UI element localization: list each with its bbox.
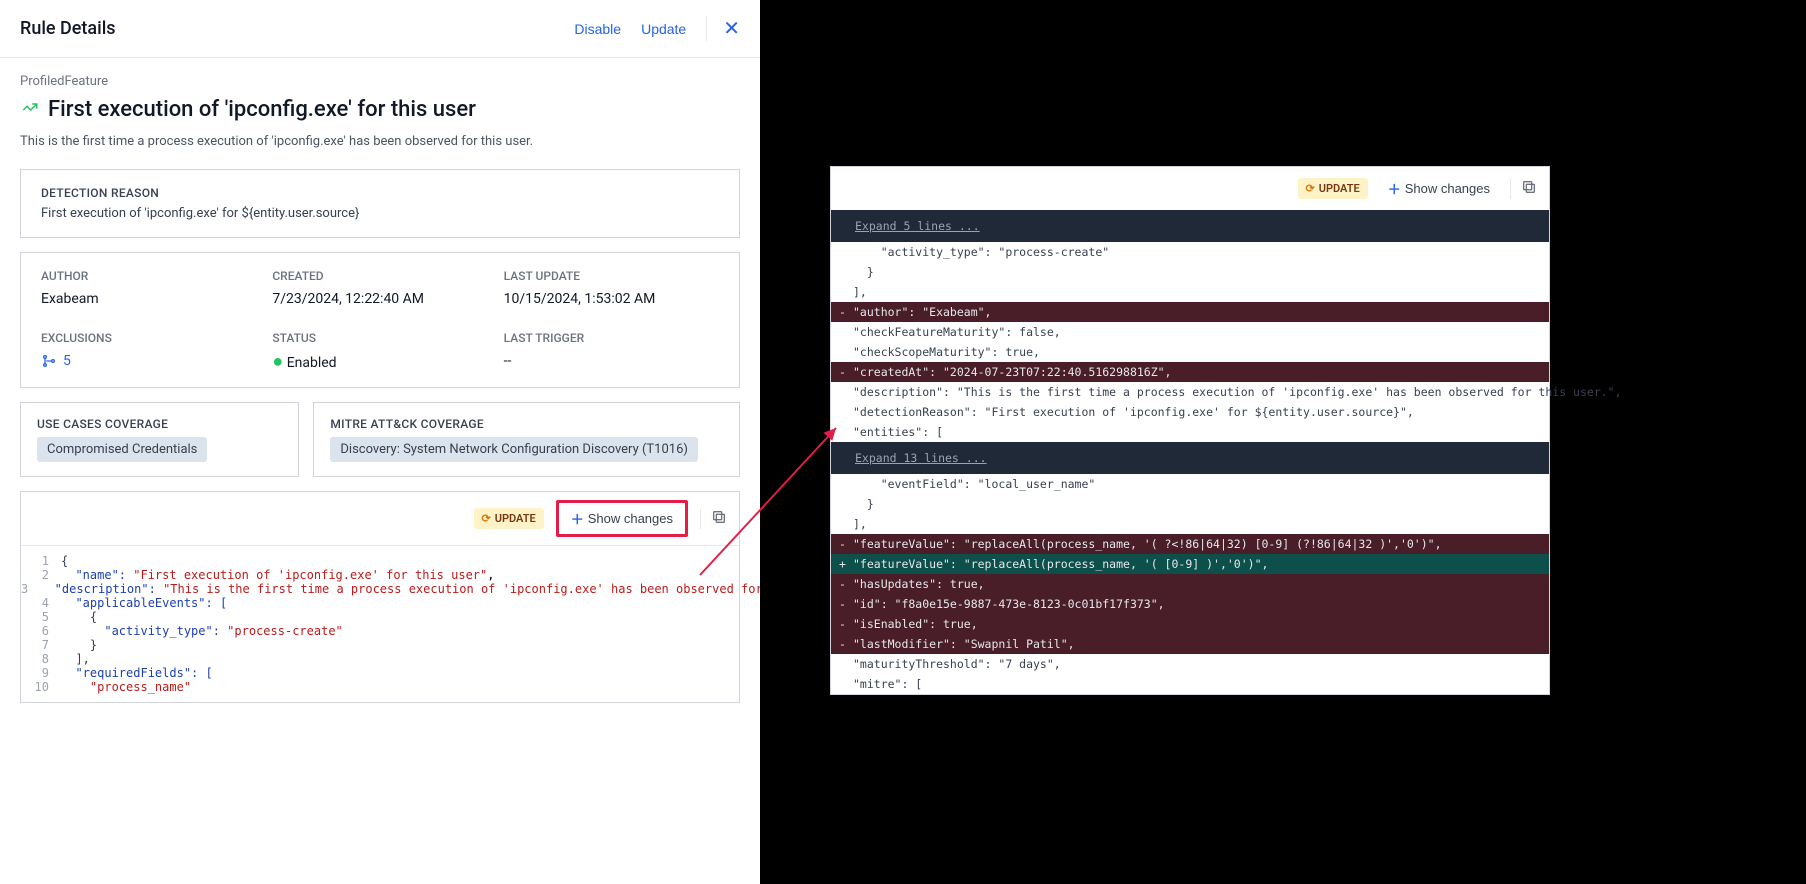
- plus-icon: ＋: [1388, 179, 1401, 198]
- diff-expand-row[interactable]: Expand 13 lines ...: [831, 442, 1549, 474]
- usecase-chip[interactable]: Compromised Credentials: [37, 437, 207, 462]
- plus-icon: ＋: [571, 509, 584, 528]
- rule-title-row: First execution of 'ipconfig.exe' for th…: [20, 97, 740, 122]
- status-value: ● Enabled: [272, 353, 487, 371]
- rule-details-panel: Rule Details Disable Update ✕ ProfiledFe…: [0, 0, 760, 884]
- show-changes-highlight: ＋ Show changes: [556, 500, 688, 537]
- last-trigger-label: LAST TRIGGER: [504, 331, 719, 345]
- usecases-label: USE CASES COVERAGE: [37, 417, 282, 431]
- copy-icon: [1521, 179, 1537, 195]
- close-button[interactable]: ✕: [706, 16, 740, 41]
- detection-reason-label: DETECTION REASON: [41, 186, 719, 200]
- rule-icon: [20, 100, 40, 120]
- diff-removed-line: -"createdAt": "2024-07-23T07:22:40.51629…: [831, 362, 1549, 382]
- code-body[interactable]: 1{ 2 "name": "First execution of 'ipconf…: [21, 546, 739, 702]
- last-update-value: 10/15/2024, 1:53:02 AM: [504, 291, 719, 307]
- detection-reason-text: First execution of 'ipconfig.exe' for ${…: [41, 206, 719, 221]
- last-update-label: LAST UPDATE: [504, 269, 719, 283]
- mitre-box: MITRE ATT&CK COVERAGE Discovery: System …: [313, 402, 740, 477]
- last-trigger-value: --: [504, 353, 719, 369]
- created-label: CREATED: [272, 269, 487, 283]
- exclusions-label: EXCLUSIONS: [41, 331, 256, 345]
- rule-title: First execution of 'ipconfig.exe' for th…: [48, 97, 476, 122]
- diff-expand-row[interactable]: Expand 5 lines ...: [831, 210, 1549, 242]
- panel-title: Rule Details: [20, 18, 116, 39]
- mitre-label: MITRE ATT&CK COVERAGE: [330, 417, 723, 431]
- panel-header: Rule Details Disable Update ✕: [0, 0, 760, 58]
- disable-button[interactable]: Disable: [574, 21, 621, 37]
- diff-removed-line: -"id": "f8a0e15e-9887-473e-8123-0c01bf17…: [831, 594, 1549, 614]
- copy-button[interactable]: [700, 509, 727, 529]
- copy-icon: [711, 509, 727, 525]
- diff-update-badge[interactable]: ⟳ UPDATE: [1298, 178, 1368, 199]
- branch-icon: [41, 353, 57, 369]
- exclusions-link[interactable]: 5: [41, 353, 256, 369]
- mitre-chip[interactable]: Discovery: System Network Configuration …: [330, 437, 698, 462]
- diff-body[interactable]: Expand 5 lines ... "activity_type": "pro…: [831, 210, 1549, 694]
- diff-removed-line: -"isEnabled": true,: [831, 614, 1549, 634]
- diff-copy-button[interactable]: [1510, 179, 1537, 199]
- refresh-icon: ⟳: [1306, 182, 1315, 195]
- diff-removed-line: -"featureValue": "replaceAll(process_nam…: [831, 534, 1549, 554]
- author-label: AUTHOR: [41, 269, 256, 283]
- diff-removed-line: -"author": "Exabeam",: [831, 302, 1549, 322]
- usecases-box: USE CASES COVERAGE Compromised Credentia…: [20, 402, 299, 477]
- diff-panel: ⟳ UPDATE ＋ Show changes Expand 5 lines .…: [830, 166, 1550, 695]
- metadata-box: AUTHOR Exabeam CREATED 7/23/2024, 12:22:…: [20, 252, 740, 388]
- exclusions-count: 5: [63, 353, 71, 369]
- code-panel: ⟳ UPDATE ＋ Show changes 1{ 2 "name": "Fi…: [20, 491, 740, 703]
- diff-removed-line: -"hasUpdates": true,: [831, 574, 1549, 594]
- diff-removed-line: -"lastModifier": "Swapnil Patil",: [831, 634, 1549, 654]
- diff-show-changes-button[interactable]: ＋ Show changes: [1380, 175, 1498, 202]
- panel-content: ProfiledFeature First execution of 'ipco…: [0, 58, 760, 719]
- detection-reason-box: DETECTION REASON First execution of 'ipc…: [20, 169, 740, 238]
- created-value: 7/23/2024, 12:22:40 AM: [272, 291, 487, 307]
- update-button[interactable]: Update: [641, 21, 686, 37]
- coverage-row: USE CASES COVERAGE Compromised Credentia…: [20, 402, 740, 477]
- update-badge[interactable]: ⟳ UPDATE: [474, 508, 544, 529]
- code-toolbar: ⟳ UPDATE ＋ Show changes: [21, 492, 739, 546]
- header-actions: Disable Update ✕: [574, 16, 740, 41]
- diff-toolbar: ⟳ UPDATE ＋ Show changes: [831, 167, 1549, 210]
- status-label: STATUS: [272, 331, 487, 345]
- rule-description: This is the first time a process executi…: [20, 134, 740, 149]
- show-changes-button[interactable]: ＋ Show changes: [563, 505, 681, 532]
- rule-type-label: ProfiledFeature: [20, 74, 740, 89]
- diff-added-line: +"featureValue": "replaceAll(process_nam…: [831, 554, 1549, 574]
- status-dot-icon: ●: [272, 351, 283, 372]
- author-value: Exabeam: [41, 291, 256, 307]
- refresh-icon: ⟳: [482, 512, 491, 525]
